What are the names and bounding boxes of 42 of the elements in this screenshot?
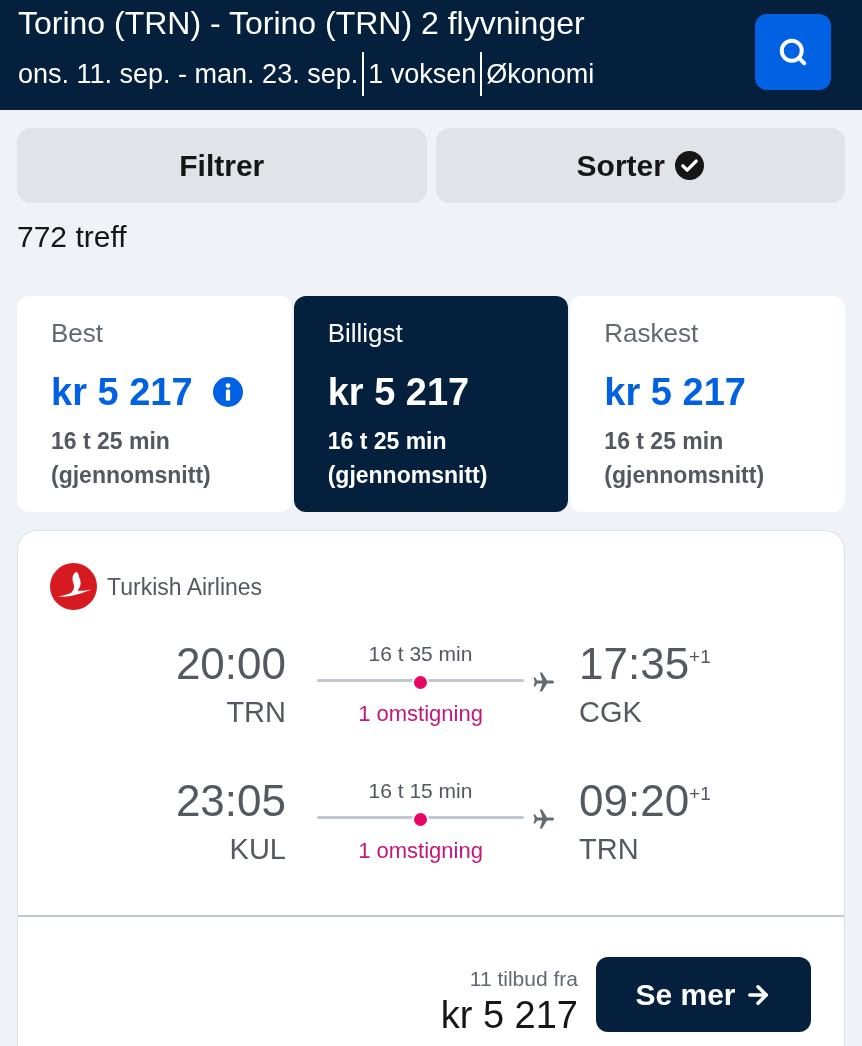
arrival-airport-code: TRN: [579, 832, 639, 867]
day-offset-label: +1: [689, 646, 711, 668]
search-detail-text: ons. 11. sep. - man. 23. sep.: [18, 58, 359, 91]
flight-duration: 16 t 35 min: [368, 641, 473, 667]
tab-duration-note: (gjennomsnitt): [327, 461, 488, 490]
arrival-time: 09:20: [579, 775, 690, 827]
stops-label: 1 omstigning: [358, 837, 483, 865]
airline-logo-icon: [50, 563, 97, 610]
result-price: kr 5 217: [440, 993, 578, 1038]
tab-price: kr 5 217: [51, 370, 193, 414]
offers-label: 11 tilbud fra: [469, 966, 578, 992]
departure-time: 23:05: [175, 775, 286, 827]
day-offset-label: +1: [689, 783, 711, 805]
arrival-airport-code: CGK: [579, 695, 642, 730]
search-detail-text: 1 voksen: [368, 58, 477, 91]
sort-button[interactable]: Sorter: [435, 128, 845, 203]
result-count: 772 treff: [17, 219, 127, 255]
route-title: Torino (TRN) - Torino (TRN) 2 flyvninger: [18, 4, 585, 42]
search-icon: [778, 37, 808, 67]
tab-price: kr 5 217: [327, 370, 470, 414]
tab-price: kr 5 217: [604, 370, 746, 414]
see-more-button[interactable]: Se mer: [596, 957, 811, 1032]
departure-time: 20:00: [175, 638, 286, 690]
sort-tab[interactable]: Billigst kr 5 217 16 t 25 min (gjennomsnitt): [293, 296, 569, 512]
departure-airport-code: TRN: [226, 695, 286, 730]
search-button[interactable]: [755, 14, 831, 90]
filter-button[interactable]: Filtrer: [17, 128, 427, 203]
tab-duration: 16 t 25 min: [604, 427, 724, 456]
search-detail-text: Økonomi: [486, 58, 595, 91]
airline-name: Turkish Airlines: [107, 572, 263, 602]
sort-tab[interactable]: Raskest kr 5 217 16 t 25 min (gjennomsnitt): [570, 296, 845, 512]
tab-duration-note: (gjennomsnitt): [604, 461, 765, 490]
tab-duration-note: (gjennomsnitt): [51, 461, 211, 490]
departure-airport-code: KUL: [229, 832, 286, 867]
plane-icon: [531, 670, 557, 694]
tab-duration: 16 t 25 min: [327, 427, 447, 456]
arrival-time: 17:35: [579, 638, 690, 690]
tab-duration: 16 t 25 min: [51, 427, 170, 456]
plane-icon: [531, 807, 557, 831]
stops-label: 1 omstigning: [358, 700, 483, 728]
flight-duration: 16 t 15 min: [368, 778, 473, 804]
sort-tab[interactable]: Best kr 5 217 16 t 25 min (gjennomsnitt): [17, 296, 292, 512]
